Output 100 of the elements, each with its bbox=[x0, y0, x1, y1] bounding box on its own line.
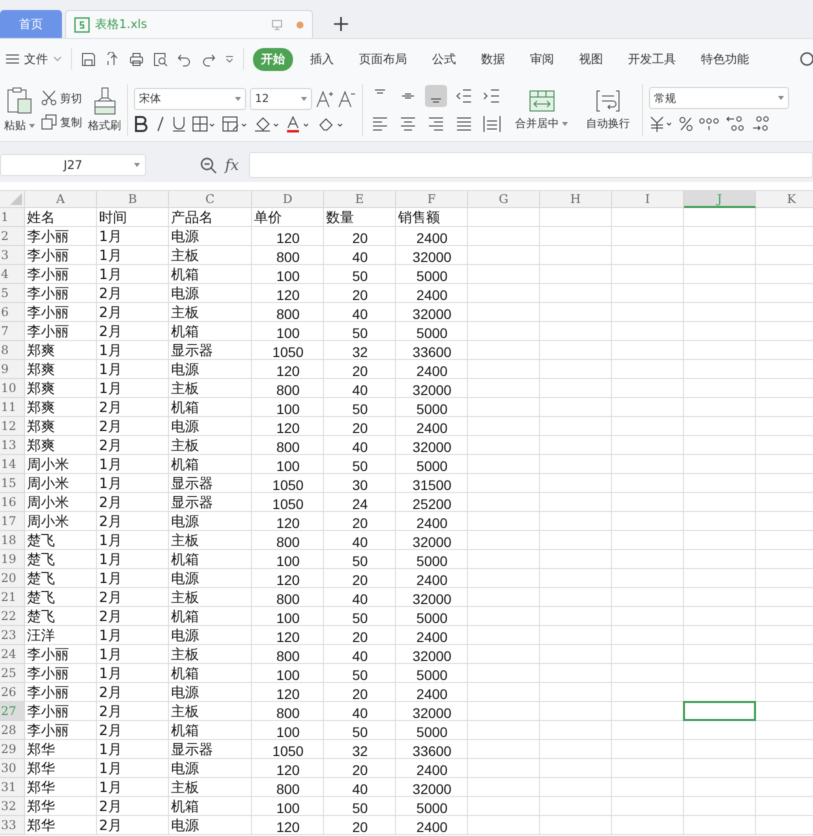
ribbon-tab[interactable]: 开发工具 bbox=[620, 48, 684, 70]
column-header[interactable]: J bbox=[684, 191, 756, 208]
distribute-icon[interactable] bbox=[481, 113, 503, 135]
fill-color-icon[interactable] bbox=[254, 116, 280, 132]
column-header[interactable]: E bbox=[324, 191, 396, 208]
row-header[interactable]: 4 bbox=[0, 265, 25, 284]
ribbon-tab[interactable]: 数据 bbox=[473, 48, 513, 70]
align-icon[interactable] bbox=[425, 85, 447, 107]
row-header[interactable]: 20 bbox=[0, 569, 25, 588]
formula-input[interactable] bbox=[249, 152, 813, 178]
column-header[interactable]: K bbox=[756, 191, 813, 208]
row-header[interactable]: 29 bbox=[0, 740, 25, 759]
row-header[interactable]: 15 bbox=[0, 474, 25, 493]
table-cell-text: 李小丽 bbox=[26, 284, 70, 303]
row-header[interactable]: 26 bbox=[0, 683, 25, 702]
percent-icon[interactable] bbox=[679, 116, 693, 132]
table-cell-text: 郑爽 bbox=[26, 436, 56, 455]
active-cell[interactable] bbox=[683, 701, 756, 721]
ribbon-tab[interactable]: 公式 bbox=[424, 48, 464, 70]
merge-center-button[interactable]: 合并居中 bbox=[515, 89, 568, 131]
row-header[interactable]: 17 bbox=[0, 512, 25, 531]
row-header[interactable]: 23 bbox=[0, 626, 25, 645]
thousands-separator-icon[interactable] bbox=[699, 116, 719, 132]
file-menu[interactable]: 文件 bbox=[6, 50, 62, 68]
copy-button[interactable]: 复制 bbox=[41, 114, 82, 130]
row-header[interactable]: 7 bbox=[0, 322, 25, 341]
function-label[interactable]: fx bbox=[225, 156, 240, 174]
row-header[interactable]: 16 bbox=[0, 493, 25, 512]
row-header[interactable]: 25 bbox=[0, 664, 25, 683]
row-header[interactable]: 19 bbox=[0, 550, 25, 569]
font-size-dropdown[interactable]: 12 bbox=[250, 88, 312, 110]
format-painter-button[interactable]: 格式刷 bbox=[88, 87, 121, 133]
print-icon[interactable] bbox=[129, 52, 144, 66]
table-cell-text: 50 bbox=[351, 723, 369, 740]
paste-button[interactable]: 粘贴 bbox=[4, 87, 35, 133]
bold-icon[interactable] bbox=[134, 116, 148, 132]
row-header[interactable]: 9 bbox=[0, 360, 25, 379]
table-cell-text: 李小丽 bbox=[26, 664, 70, 683]
row-header[interactable]: 6 bbox=[0, 303, 25, 322]
ribbon-tab[interactable]: 插入 bbox=[302, 48, 342, 70]
ribbon-tab[interactable]: 特色功能 bbox=[693, 48, 757, 70]
row-header[interactable]: 28 bbox=[0, 721, 25, 740]
decrease-font-icon[interactable] bbox=[338, 90, 356, 108]
table-cell-text: 50 bbox=[351, 267, 369, 284]
column-header[interactable]: G bbox=[468, 191, 540, 208]
row-header[interactable]: 24 bbox=[0, 645, 25, 664]
decrease-decimal-icon[interactable] bbox=[751, 115, 769, 133]
ribbon-tab[interactable]: 审阅 bbox=[522, 48, 562, 70]
table-cell-text: 800 bbox=[275, 590, 301, 607]
row-header[interactable]: 33 bbox=[0, 816, 25, 835]
row-header[interactable]: 5 bbox=[0, 284, 25, 303]
row-header[interactable]: 11 bbox=[0, 398, 25, 417]
row-header[interactable]: 18 bbox=[0, 531, 25, 550]
scissors-icon bbox=[41, 90, 57, 106]
table-cell-text: 100 bbox=[275, 799, 301, 816]
row-header[interactable]: 2 bbox=[0, 227, 25, 246]
font-name-dropdown[interactable]: 宋体 bbox=[134, 88, 246, 110]
more-icon[interactable] bbox=[225, 54, 234, 64]
column-header[interactable]: C bbox=[169, 191, 252, 208]
eraser-icon[interactable] bbox=[318, 116, 344, 132]
print-preview-icon[interactable] bbox=[153, 52, 168, 66]
column-header[interactable]: B bbox=[97, 191, 169, 208]
row-header[interactable]: 8 bbox=[0, 341, 25, 360]
row-header[interactable]: 3 bbox=[0, 246, 25, 265]
number-format-dropdown[interactable]: 常规 bbox=[649, 87, 789, 109]
increase-decimal-icon[interactable] bbox=[725, 115, 745, 133]
ribbon-tab[interactable]: 页面布局 bbox=[351, 48, 415, 70]
row-header[interactable]: 1 bbox=[0, 208, 25, 227]
row-header[interactable]: 22 bbox=[0, 607, 25, 626]
row-header[interactable]: 31 bbox=[0, 778, 25, 797]
borders-icon[interactable] bbox=[192, 116, 216, 132]
increase-font-icon[interactable] bbox=[316, 90, 334, 108]
row-header[interactable]: 13 bbox=[0, 436, 25, 455]
table-cell-text: 主板 bbox=[170, 702, 200, 721]
column-header[interactable]: H bbox=[540, 191, 612, 208]
ribbon-tab[interactable]: 视图 bbox=[571, 48, 611, 70]
row-header[interactable]: 21 bbox=[0, 588, 25, 607]
row-header[interactable]: 12 bbox=[0, 417, 25, 436]
row-header[interactable]: 30 bbox=[0, 759, 25, 778]
underline-icon[interactable] bbox=[172, 116, 186, 132]
name-box[interactable]: J27 bbox=[0, 154, 146, 176]
new-tab-icon[interactable] bbox=[334, 17, 348, 31]
cut-button[interactable]: 剪切 bbox=[41, 90, 82, 106]
row-header[interactable]: 10 bbox=[0, 379, 25, 398]
row-header[interactable]: 14 bbox=[0, 455, 25, 474]
document-tab[interactable]: 表格1.xls bbox=[65, 10, 313, 38]
column-header[interactable]: D bbox=[252, 191, 324, 208]
save-icon[interactable] bbox=[81, 52, 96, 66]
wrap-text-button[interactable]: 自动换行 bbox=[586, 89, 630, 131]
currency-icon[interactable] bbox=[649, 116, 673, 132]
cell-style-icon[interactable] bbox=[222, 116, 248, 132]
row-header[interactable]: 32 bbox=[0, 797, 25, 816]
zoom-icon[interactable] bbox=[200, 156, 217, 174]
column-header[interactable]: A bbox=[25, 191, 97, 208]
column-header[interactable]: F bbox=[396, 191, 468, 208]
ribbon-tab[interactable]: 开始 bbox=[253, 48, 293, 70]
home-tab[interactable]: 首页 bbox=[0, 10, 62, 38]
table-cell-text: 机箱 bbox=[170, 550, 200, 569]
export-icon[interactable] bbox=[105, 52, 120, 66]
column-header[interactable]: I bbox=[612, 191, 684, 208]
